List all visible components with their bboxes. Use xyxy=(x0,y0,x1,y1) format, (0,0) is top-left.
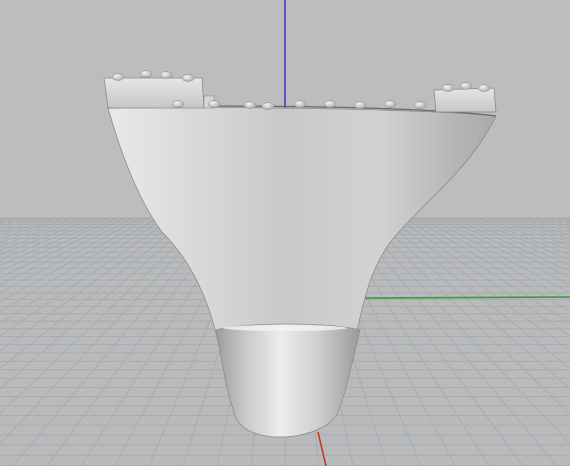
bump xyxy=(477,84,491,92)
viewport-canvas[interactable] xyxy=(0,0,570,466)
bump xyxy=(441,84,455,92)
bump xyxy=(111,73,125,81)
bump xyxy=(323,100,337,108)
bump xyxy=(383,100,397,108)
bump xyxy=(181,74,195,82)
bump xyxy=(459,82,473,90)
bump xyxy=(261,102,275,110)
bump xyxy=(353,101,367,109)
stem-seam-highlight xyxy=(223,325,347,331)
perspective-viewport[interactable] xyxy=(0,0,570,466)
bump xyxy=(413,101,427,109)
bump xyxy=(293,100,307,108)
bump xyxy=(171,100,185,108)
bump xyxy=(207,100,221,108)
right-mount-block xyxy=(433,87,497,113)
bump xyxy=(139,70,153,78)
x-axis-line xyxy=(359,296,570,299)
bump xyxy=(243,101,257,109)
bump xyxy=(159,71,173,79)
left-mount-block xyxy=(103,77,205,109)
